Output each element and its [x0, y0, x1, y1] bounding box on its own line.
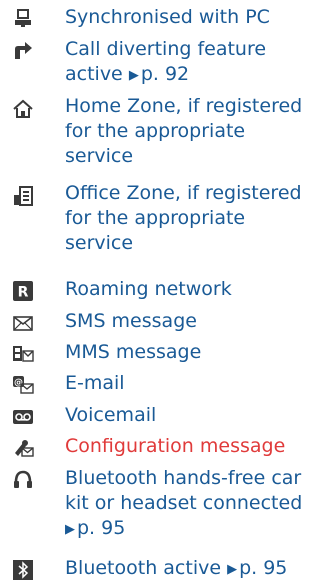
item-text-line: for the appropriate — [65, 207, 246, 229]
office-zone-icon — [12, 185, 34, 207]
item-text-line: Voicemail — [65, 404, 157, 426]
bluetooth-icon — [12, 559, 34, 581]
item-text-line: Bluetooth hands-free car — [65, 467, 302, 489]
item-text-line: Call diverting feature — [65, 38, 267, 60]
item-text-line: SMS message — [65, 310, 197, 332]
voicemail-icon — [12, 406, 34, 428]
item-text-line: Configuration message — [65, 435, 286, 457]
roaming-icon: R — [12, 280, 34, 302]
pc-sync-icon — [12, 7, 34, 29]
page-reference: p. 92 — [140, 63, 190, 85]
item-text-line: Synchronised with PC — [65, 6, 270, 28]
item-text-line: service — [65, 145, 134, 167]
item-text-line: Bluetooth active — [65, 557, 222, 579]
home-zone-icon — [12, 98, 34, 120]
item-text-line: Home Zone, if registered — [65, 95, 303, 117]
item-text-line: active — [65, 63, 123, 85]
call-divert-icon — [12, 39, 34, 61]
page-ref-arrow-icon: ▶ — [65, 522, 75, 537]
status-icon-list: Synchronised with PC Call diverting feat… — [0, 0, 328, 587]
configuration-message-icon — [12, 437, 34, 459]
item-text-line: for the appropriate — [65, 120, 246, 142]
page-reference: p. 95 — [77, 517, 126, 539]
page-reference: p. 95 — [239, 557, 288, 579]
bluetooth-headset-icon — [12, 469, 34, 491]
item-text-line: Office Zone, if registered — [65, 182, 302, 204]
item-text-line: MMS message — [65, 341, 202, 363]
page-ref-arrow-icon: ▶ — [128, 68, 139, 83]
page-ref-arrow-icon: ▶ — [227, 562, 238, 577]
email-icon: @ — [12, 374, 34, 396]
item-text-line: E-mail — [65, 372, 125, 394]
svg-text:R: R — [18, 285, 29, 301]
sms-icon — [12, 312, 34, 334]
item-text-line: service — [65, 232, 134, 254]
mms-icon — [12, 343, 34, 365]
item-text-line: Roaming network — [65, 278, 232, 300]
item-text-line: kit or headset connected — [65, 492, 303, 514]
